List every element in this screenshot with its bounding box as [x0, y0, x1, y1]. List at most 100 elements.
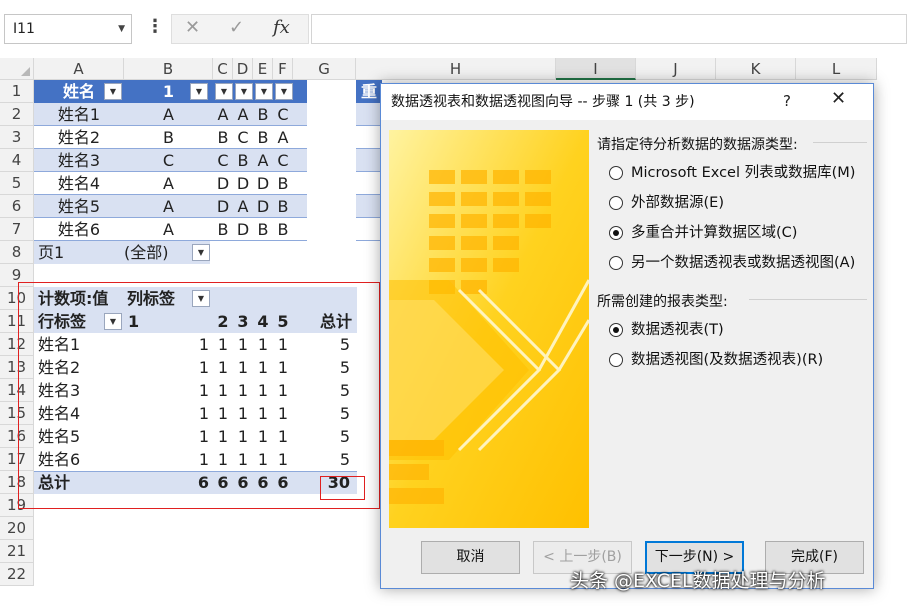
group-divider [749, 299, 867, 300]
column-header-h[interactable]: H [356, 58, 556, 80]
formula-buttons: ✕ ✓ fx [171, 14, 309, 44]
column-header-l[interactable]: L [796, 58, 877, 80]
watermark: 头条 @EXCEL数据处理与分析 [570, 570, 826, 592]
row-header-22[interactable]: 22 [0, 563, 34, 586]
table-cell: A [237, 197, 249, 216]
table-cell: B [163, 128, 174, 147]
chevron-down-icon[interactable]: ▼ [118, 15, 125, 43]
table-cell: A [217, 105, 229, 124]
table-cell: D [216, 197, 230, 216]
table-cell: 姓名2 [57, 128, 101, 147]
cancel-icon[interactable]: ✕ [185, 17, 200, 38]
column-header-g[interactable]: G [293, 58, 356, 80]
table-cell: 姓名1 [57, 105, 101, 124]
row-header-6[interactable]: 6 [0, 195, 34, 218]
table-cell: A [163, 105, 174, 124]
radio-icon[interactable] [609, 353, 623, 367]
name-box[interactable]: I11 ▼ [4, 14, 132, 44]
row-header-4[interactable]: 4 [0, 149, 34, 172]
column-header-k[interactable]: K [716, 58, 796, 80]
table-cell: B [277, 197, 289, 216]
radio-icon[interactable] [609, 256, 623, 270]
report-type-option-1[interactable]: 数据透视图(及数据透视表)(R) [609, 349, 823, 371]
radio-label: 数据透视表(T) [631, 322, 724, 338]
source-type-heading: 请指定待分析数据的数据源类型: [597, 137, 798, 153]
table-cell: A [163, 220, 174, 239]
row-header-2[interactable]: 2 [0, 103, 34, 126]
table-cell: B [217, 128, 229, 147]
column-header-j[interactable]: J [636, 58, 716, 80]
radio-label: 多重合并计算数据区域(C) [631, 225, 798, 241]
partial-header: 重 [360, 82, 377, 101]
table-cell: A [257, 151, 269, 170]
table-cell: C [162, 151, 175, 170]
row-header-1[interactable]: 1 [0, 80, 34, 103]
table-cell: C [277, 151, 289, 170]
table-cell: B [257, 105, 269, 124]
radio-icon[interactable] [609, 226, 623, 240]
table-cell: A [237, 105, 249, 124]
header-filter-icon[interactable]: ▼ [235, 83, 253, 100]
column-header-b[interactable]: B [124, 58, 213, 80]
pivot-highlight-box [18, 282, 380, 509]
more-options-icon[interactable]: ⋮ [146, 16, 164, 37]
close-icon[interactable]: ✕ [831, 88, 846, 109]
table-cell: D [216, 174, 230, 193]
row-header-5[interactable]: 5 [0, 172, 34, 195]
radio-icon[interactable] [609, 196, 623, 210]
row-header-3[interactable]: 3 [0, 126, 34, 149]
source-type-option-1[interactable]: 外部数据源(E) [609, 192, 724, 214]
header-filter-icon[interactable]: ▼ [215, 83, 233, 100]
table-cell: A [163, 197, 174, 216]
row-band [356, 103, 382, 126]
row-header-21[interactable]: 21 [0, 540, 34, 563]
table-cell: 姓名5 [57, 197, 101, 216]
page-filter-value: (全部) [124, 243, 169, 262]
source-type-option-2[interactable]: 多重合并计算数据区域(C) [609, 222, 797, 244]
help-icon[interactable]: ? [783, 92, 791, 110]
table-cell: 姓名3 [57, 151, 101, 170]
formula-input[interactable] [311, 14, 907, 44]
column-header-e[interactable]: E [253, 58, 273, 80]
row-band [356, 218, 382, 241]
source-type-option-3[interactable]: 另一个数据透视表或数据透视图(A) [609, 252, 855, 274]
header-filter-icon[interactable]: ▼ [255, 83, 273, 100]
table-cell: B [277, 174, 289, 193]
table-cell: B [237, 151, 249, 170]
table-cell: C [237, 128, 249, 147]
cancel-button[interactable]: 取消 [421, 541, 520, 574]
pivot-wizard-dialog: 数据透视表和数据透视图向导 -- 步骤 1 (共 3 步) ? ✕ 请指定待分析… [380, 83, 874, 589]
row-band [356, 195, 382, 218]
row-band [356, 126, 382, 149]
dialog-title: 数据透视表和数据透视图向导 -- 步骤 1 (共 3 步) [381, 84, 873, 120]
table-cell: C [277, 105, 289, 124]
radio-label: Microsoft Excel 列表或数据库(M) [631, 165, 856, 181]
table-cell: B [257, 128, 269, 147]
column-header-i[interactable]: I [556, 58, 636, 80]
table-cell: 姓名6 [57, 220, 101, 239]
radio-label: 数据透视图(及数据透视表)(R) [631, 352, 824, 368]
confirm-icon[interactable]: ✓ [229, 17, 244, 38]
select-all-corner[interactable] [0, 58, 34, 80]
radio-icon[interactable] [609, 166, 623, 180]
source-type-option-0[interactable]: Microsoft Excel 列表或数据库(M) [609, 162, 855, 184]
column-header-d[interactable]: D [233, 58, 253, 80]
insert-function-icon[interactable]: fx [273, 17, 290, 38]
table-cell: D [256, 174, 270, 193]
radio-label: 外部数据源(E) [631, 195, 724, 211]
report-type-option-0[interactable]: 数据透视表(T) [609, 319, 724, 341]
column-header-a[interactable]: A [34, 58, 124, 80]
row-header-20[interactable]: 20 [0, 517, 34, 540]
row-band [356, 172, 382, 195]
row-header-8[interactable]: 8 [0, 241, 34, 264]
table-cell: B [277, 220, 289, 239]
header-filter-icon[interactable]: ▼ [275, 83, 293, 100]
column-header-c[interactable]: C [213, 58, 233, 80]
row-header-7[interactable]: 7 [0, 218, 34, 241]
header-filter-icon[interactable]: ▼ [104, 83, 122, 100]
column-header-f[interactable]: F [273, 58, 293, 80]
radio-icon[interactable] [609, 323, 623, 337]
report-type-heading: 所需创建的报表类型: [597, 294, 728, 310]
page-filter-dropdown-icon[interactable]: ▼ [192, 244, 210, 261]
header-filter-icon[interactable]: ▼ [190, 83, 208, 100]
